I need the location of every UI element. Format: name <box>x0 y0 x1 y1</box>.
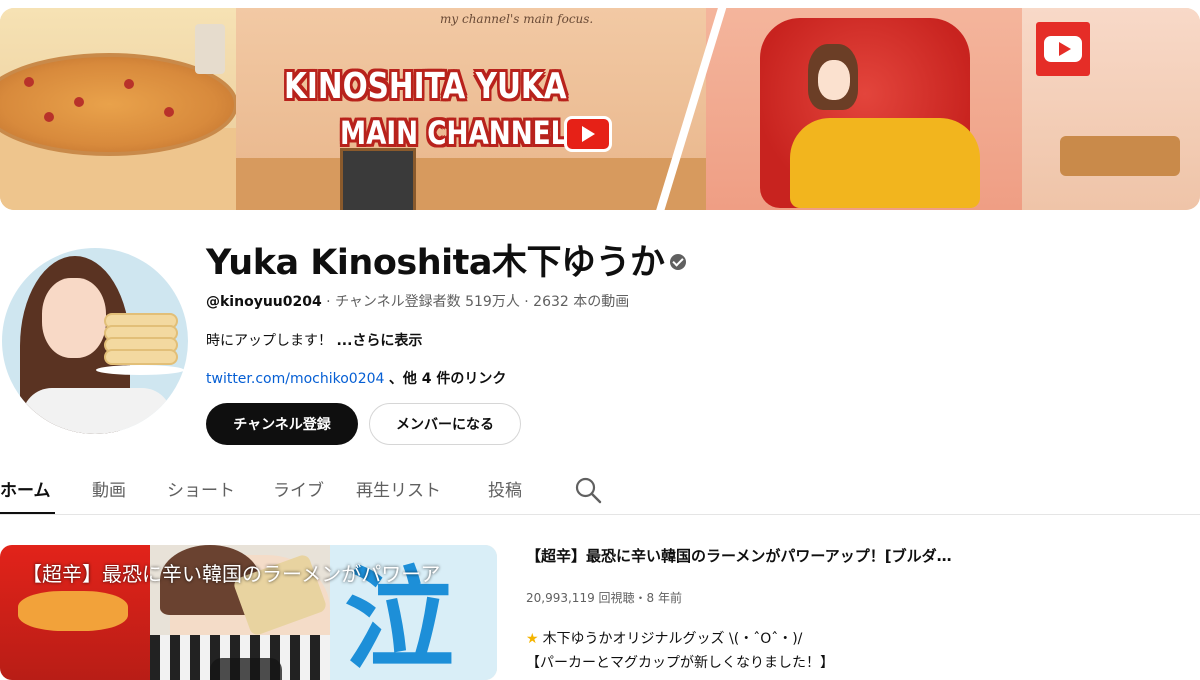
join-member-button[interactable]: メンバーになる <box>369 403 521 445</box>
channel-title: Yuka Kinoshita木下ゆうか <box>206 234 687 285</box>
play-button-icon[interactable] <box>210 658 282 680</box>
featured-video-meta: 20,993,119 回視聴・8 年前 <box>526 591 682 605</box>
tab-playlists[interactable]: 再生リスト <box>356 476 441 501</box>
channel-banner: my channel's main focus. KINOSHITA YUKA … <box>0 8 1200 210</box>
description-text: 時にアップします！ <box>206 333 332 349</box>
banner-shelf <box>236 158 706 210</box>
desc-line1-text: 木下ゆうかオリジナルグッズ \(・ˆOˆ・)/ <box>542 631 803 647</box>
tab-posts[interactable]: 投稿 <box>488 476 522 501</box>
tabs-divider <box>0 514 1200 515</box>
thumb-overlay-title: 【超辛】最恐に辛い韓国のラーメンがパワーア <box>22 562 441 586</box>
youtube-logo-icon[interactable] <box>1036 22 1090 76</box>
channel-description[interactable]: 時にアップします！ ...さらに表示 <box>206 330 422 350</box>
featured-video-thumbnail[interactable]: 泣 【超辛】最恐に辛い韓国のラーメンがパワーア <box>0 545 497 680</box>
tab-home[interactable]: ホーム <box>0 476 51 501</box>
tab-videos[interactable]: 動画 <box>92 476 126 501</box>
channel-name-text: Yuka Kinoshita木下ゆうか <box>206 243 665 283</box>
featured-video-desc-line1: ★ 木下ゆうかオリジナルグッズ \(・ˆOˆ・)/ <box>526 628 802 648</box>
twitter-link[interactable]: twitter.com/mochiko0204 <box>206 371 384 387</box>
banner-logo-line1: KINOSHITA YUKA <box>284 66 567 107</box>
channel-links: twitter.com/mochiko0204 、他 4 件のリンク <box>206 368 506 388</box>
banner-caption: my channel's main focus. <box>440 12 594 26</box>
channel-stats: · チャンネル登録者数 519万人 · 2632 本の動画 <box>321 294 630 310</box>
more-links[interactable]: 、他 4 件のリンク <box>389 371 507 387</box>
banner-chalkboard <box>340 148 416 210</box>
show-more-link[interactable]: ...さらに表示 <box>336 333 422 349</box>
verified-check-icon <box>670 254 687 270</box>
tab-shorts[interactable]: ショート <box>167 476 235 501</box>
banner-play-icon <box>564 116 612 152</box>
banner-logo-line2: MAIN CHANNEL <box>340 114 568 152</box>
banner-cup <box>195 24 225 74</box>
channel-handle: @kinoyuu0204 <box>206 294 322 310</box>
banner-far-table <box>1060 136 1180 176</box>
avatar-plate <box>96 365 184 375</box>
star-icon: ★ <box>526 631 539 647</box>
featured-video-title[interactable]: 【超辛】最恐に辛い韓国のラーメンがパワーアップ！[ブルダ… <box>526 545 952 566</box>
avatar-pancake <box>104 349 178 365</box>
tab-live[interactable]: ライブ <box>273 476 324 501</box>
banner-character-dress <box>790 118 980 208</box>
banner-character-face <box>818 60 850 100</box>
subscribe-button[interactable]: チャンネル登録 <box>206 403 358 445</box>
channel-meta: @kinoyuu0204 · チャンネル登録者数 519万人 · 2632 本の… <box>206 291 629 311</box>
featured-video-desc-line2: 【パーカーとマグカップが新しくなりました！】 <box>526 655 834 671</box>
search-icon[interactable] <box>574 476 602 504</box>
